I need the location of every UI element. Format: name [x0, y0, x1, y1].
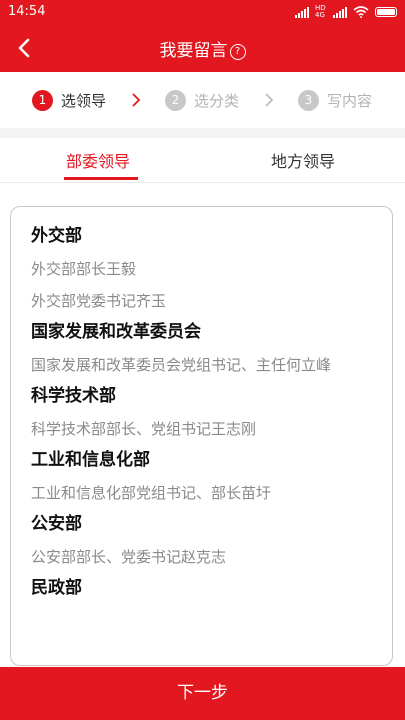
department-heading: 公安部 — [31, 514, 82, 534]
status-bar: 14:54 HD 4G — [0, 0, 405, 26]
leader-item[interactable]: 科学技术部部长、党组书记王志刚 — [31, 418, 376, 441]
title-bar: 我要留言? — [0, 26, 405, 72]
section-divider — [0, 128, 405, 138]
leader-item[interactable]: 国家发展和改革委员会党组书记、主任何立峰 — [31, 354, 376, 377]
step-2-label: 选分类 — [194, 91, 240, 110]
chevron-right-icon — [132, 93, 141, 107]
leader-list: 外交部外交部部长王毅 外交部党委书记齐玉 国家发展和改革委员会国家发展和改革委员会党… — [31, 217, 376, 601]
leader-item[interactable]: 外交部部长王毅 — [31, 258, 376, 281]
leader-list-card: 外交部外交部部长王毅 外交部党委书记齐玉 国家发展和改革委员会国家发展和改革委员会党… — [10, 206, 393, 666]
step-3: 3 写内容 — [298, 88, 372, 112]
signal-icon — [295, 6, 309, 18]
battery-icon — [375, 7, 397, 17]
department-heading: 民政部 — [31, 578, 82, 598]
department-heading: 国家发展和改革委员会 — [31, 322, 201, 342]
tab-local-leaders[interactable]: 地方领导 — [271, 148, 335, 172]
app-header: 14:54 HD 4G 我要留言? — [0, 0, 405, 72]
step-1: 1 选领导 — [32, 88, 106, 112]
chevron-right-icon — [265, 93, 274, 107]
page-title: 我要留言? — [0, 36, 405, 61]
step-2: 2 选分类 — [165, 88, 239, 112]
step-indicator: 1 选领导 2 选分类 3 写内容 — [0, 72, 405, 128]
leader-tabs: 部委领导 地方领导 — [0, 138, 405, 183]
active-tab-indicator — [64, 177, 138, 180]
step-2-number: 2 — [165, 89, 186, 111]
page-title-text: 我要留言 — [159, 41, 228, 61]
signal-icon-2 — [333, 6, 347, 18]
tab-ministry-leaders[interactable]: 部委领导 — [66, 148, 130, 172]
department-heading: 科学技术部 — [31, 386, 116, 406]
status-time: 14:54 — [8, 4, 46, 19]
step-3-label: 写内容 — [327, 91, 373, 110]
leader-item[interactable]: 公安部部长、党委书记赵克志 — [31, 546, 376, 569]
help-icon[interactable]: ? — [229, 44, 246, 60]
department-heading: 工业和信息化部 — [31, 450, 150, 470]
leader-item[interactable]: 外交部党委书记齐玉 — [31, 290, 376, 313]
network-type: HD 4G — [315, 4, 326, 19]
wifi-icon — [353, 6, 369, 18]
system-icons: HD 4G — [295, 5, 397, 19]
step-3-number: 3 — [298, 89, 319, 111]
step-1-number: 1 — [32, 89, 53, 111]
next-step-button[interactable]: 下一步 — [0, 667, 405, 720]
leader-item[interactable]: 工业和信息化部党组书记、部长苗圩 — [31, 482, 376, 505]
department-heading: 外交部 — [31, 226, 82, 246]
step-1-label: 选领导 — [61, 91, 107, 110]
